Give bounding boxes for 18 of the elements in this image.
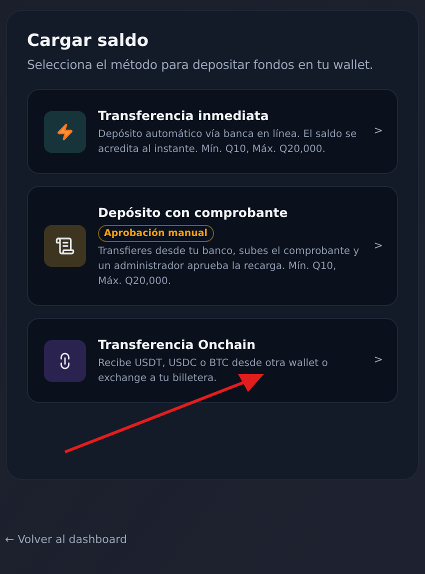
back-link[interactable]: ← Volver al dashboard	[5, 532, 127, 548]
approval-badge: Aprobación manual	[98, 225, 214, 242]
chevron: >	[374, 123, 383, 140]
method-description: Recibe USDT, USDC o BTC desde otra wallet o exchange a tu billetera.	[98, 357, 329, 386]
chevron: >	[374, 238, 383, 254]
method-card[interactable]: Transferencia Onchain Recibe USDT, USDC o BTC desde otra wallet o exchange a tu billetera. >	[27, 318, 398, 403]
method-title: Transferencia Onchain	[98, 337, 256, 352]
chevron: >	[374, 352, 383, 368]
method-description: Depósito automático vía banca en línea. El saldo se acredita al instante. Mín. Q10, Máx. Q20,000.	[98, 128, 358, 157]
method-card[interactable]: Transferencia inmediata Depósito automático vía banca en línea. El saldo se acredita al instante. Mín. Q10, Máx. Q20,000. >	[27, 89, 398, 174]
method-title: Depósito con comprobante	[98, 205, 288, 220]
page-title: Cargar saldo	[27, 31, 150, 52]
method-title: Transferencia inmediata	[98, 108, 269, 123]
lightning-icon	[56, 122, 74, 140]
method-description: Transfieres desde tu banco, subes el comprobante y un administrador aprueba la recarga. Mín. Q10, Máx. Q20,000.	[98, 245, 360, 289]
page-subtitle: Selecciona el método para depositar fondos en tu wallet.	[27, 56, 374, 74]
receipt-icon	[55, 236, 75, 256]
method-card[interactable]: Depósito con comprobante Aprobación manual Transfieres desde tu banco, subes el comprobante y un administrador aprueba la recarga. Mín. Q10, Máx. Q20,000. >	[27, 186, 398, 306]
